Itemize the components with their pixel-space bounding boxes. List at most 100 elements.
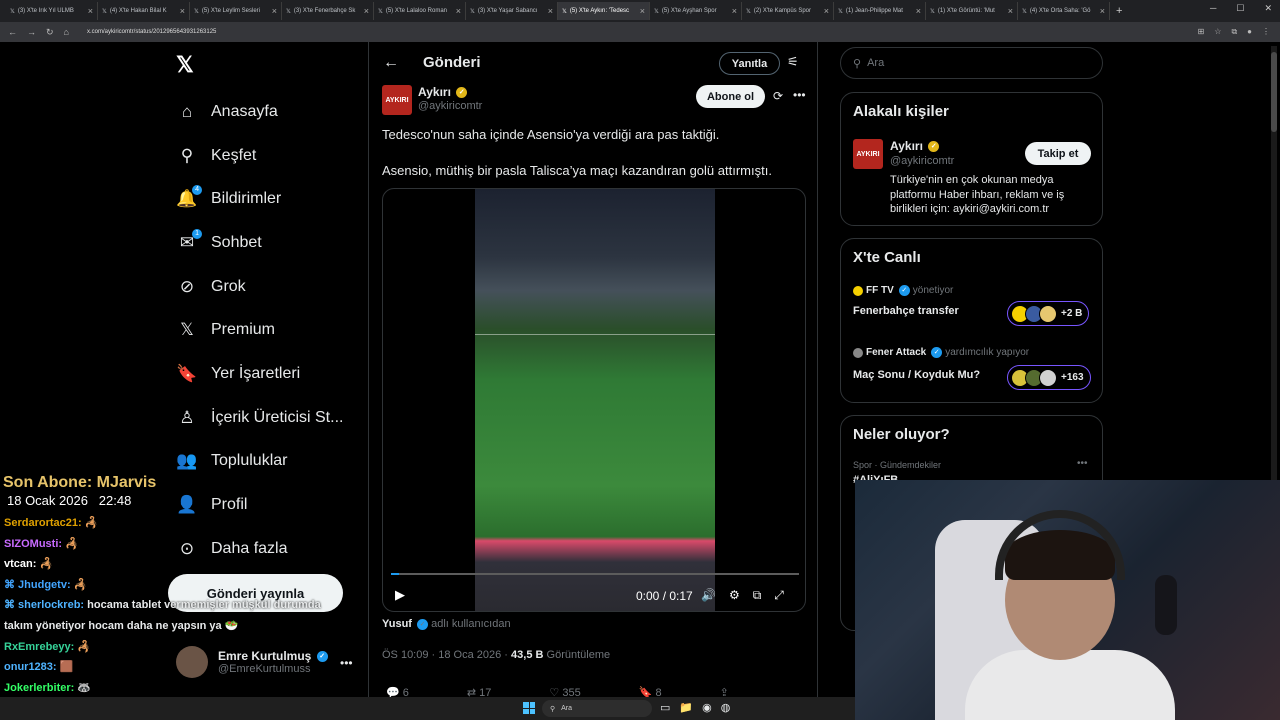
back-icon[interactable]: ← bbox=[8, 27, 17, 37]
browser-tab[interactable]: 𝕏 (5) X'te Ayşhan Spor × bbox=[650, 2, 742, 20]
more-icon[interactable]: ••• bbox=[793, 88, 806, 102]
tab-close-icon[interactable]: × bbox=[916, 6, 921, 16]
post-text-line: Asensio, müthiş bir pasla Talisca’ya maç… bbox=[382, 163, 772, 178]
author-name[interactable]: Aykırı ✓ bbox=[418, 85, 468, 99]
webcam-feed bbox=[855, 480, 1280, 720]
tab-close-icon[interactable]: × bbox=[1100, 6, 1105, 16]
sidebar-item-premium[interactable]: 𝕏 Premium bbox=[176, 308, 343, 352]
sidebar-item-topluluklar[interactable]: 👥 Topluluklar bbox=[176, 440, 343, 484]
tab-label: (2) X'te Kampüs Spor bbox=[753, 8, 812, 14]
author-avatar[interactable]: AYKIRI bbox=[382, 85, 412, 115]
tab-close-icon[interactable]: × bbox=[456, 6, 461, 16]
url-field[interactable]: x.com/aykiricomtr/status/201296564393126… bbox=[87, 29, 216, 35]
close-icon[interactable]: ✕ bbox=[1264, 3, 1272, 14]
x-logo[interactable]: 𝕏 bbox=[176, 52, 194, 78]
live-title[interactable]: Fenerbahçe transfer bbox=[853, 305, 959, 317]
grok-icon[interactable]: ⟳ bbox=[773, 89, 783, 103]
video-time: 0:00 / 0:17 bbox=[636, 589, 693, 603]
browser-tab[interactable]: 𝕏 (3) X'te Fenerbahçe Sk × bbox=[282, 2, 374, 20]
browser-tab[interactable]: 𝕏 (1) X'te Görüntü: 'Mut × bbox=[926, 2, 1018, 20]
fullscreen-icon[interactable]: ⤢ bbox=[774, 588, 784, 603]
play-icon[interactable]: ▶ bbox=[395, 587, 405, 603]
browser-tab[interactable]: 𝕏 (1) Jean-Philippe Mat × bbox=[834, 2, 926, 20]
tab-close-icon[interactable]: × bbox=[1008, 6, 1013, 16]
author-handle[interactable]: @aykiricomtr bbox=[418, 100, 482, 112]
related-bio: Türkiye'nin en çok okunan medya platform… bbox=[890, 174, 1065, 215]
browser-tab[interactable]: 𝕏 (2) X'te Kampüs Spor × bbox=[742, 2, 834, 20]
subscribe-button[interactable]: Abone ol bbox=[696, 85, 765, 108]
browser-tab[interactable]: 𝕏 (4) X'te Hakan Bilal K × bbox=[98, 2, 190, 20]
menu-icon[interactable]: ⋮ bbox=[1262, 27, 1270, 37]
browser-tab[interactable]: 𝕏 (3) X'te Yaşar Sabancı × bbox=[466, 2, 558, 20]
window-controls: ─ ☐ ✕ bbox=[1210, 3, 1272, 14]
tab-close-icon[interactable]: × bbox=[272, 6, 277, 16]
browser-tab[interactable]: 𝕏 (4) X'te Orta Saha: 'Gö × bbox=[1018, 2, 1110, 20]
taskbar-search[interactable]: ⚲ Ara bbox=[542, 700, 652, 717]
browser-tab[interactable]: 𝕏 (3) X'te Irık Yıl ULMB × bbox=[6, 2, 98, 20]
tab-close-icon[interactable]: × bbox=[88, 6, 93, 16]
browser-tab[interactable]: 𝕏 (5) X'te Lalaloo Roman × bbox=[374, 2, 466, 20]
tab-close-icon[interactable]: × bbox=[364, 6, 369, 16]
video-credit[interactable]: Yusuf ✓ adlı kullanıcıdan bbox=[382, 618, 511, 630]
tab-label: (4) X'te Orta Saha: 'Gö bbox=[1029, 8, 1091, 14]
bookmark-icon: 🔖 bbox=[176, 363, 198, 383]
live-host[interactable]: FF TV ✓ yönetiyor bbox=[853, 285, 953, 296]
sidebar-item-keşfet[interactable]: ⚲ Keşfet bbox=[176, 134, 343, 178]
browser-tab[interactable]: 𝕏 (5) X'te Aykırı: 'Tedesc × bbox=[558, 2, 650, 20]
related-avatar[interactable]: AYKIRI bbox=[853, 139, 883, 169]
tab-close-icon[interactable]: × bbox=[640, 6, 645, 16]
filter-icon[interactable]: ⚟ bbox=[787, 54, 799, 70]
maximize-icon[interactable]: ☐ bbox=[1236, 3, 1244, 14]
home-icon[interactable]: ⌂ bbox=[64, 27, 69, 37]
tab-label: (1) Jean-Philippe Mat bbox=[845, 8, 903, 14]
settings-icon[interactable]: ⚙ bbox=[729, 588, 740, 603]
reload-icon[interactable]: ↻ bbox=[46, 27, 54, 38]
video-frame[interactable] bbox=[475, 189, 715, 611]
tab-favicon-icon: 𝕏 bbox=[470, 8, 475, 15]
tab-favicon-icon: 𝕏 bbox=[654, 8, 659, 15]
windows-start-icon[interactable] bbox=[523, 702, 535, 714]
reply-button[interactable]: Yanıtla bbox=[719, 52, 780, 75]
last-subscriber: Son Abone: MJarvis bbox=[3, 474, 157, 491]
forward-icon[interactable]: → bbox=[27, 27, 36, 37]
browser-icon[interactable]: ◉ bbox=[702, 701, 712, 714]
new-tab-icon[interactable]: + bbox=[1116, 5, 1122, 17]
minimize-icon[interactable]: ─ bbox=[1210, 3, 1216, 14]
folder-icon[interactable]: 📁 bbox=[679, 701, 693, 714]
sidebar-item-sohbet[interactable]: ✉ 1 Sohbet bbox=[176, 221, 343, 265]
sidebar-item-yer-i-şaretleri[interactable]: 🔖 Yer İşaretleri bbox=[176, 352, 343, 396]
search-input[interactable]: ⚲ Ara bbox=[840, 47, 1103, 79]
sidebar-item-i-çerik-üreticisi-st-[interactable]: ♙ İçerik Üreticisi St... bbox=[176, 396, 343, 440]
video-player[interactable]: ▶ 0:00 / 0:17 🔊 ⚙ ⧉ ⤢ bbox=[382, 188, 806, 612]
discord-icon[interactable]: ◍ bbox=[721, 701, 731, 714]
back-arrow-icon[interactable]: ← bbox=[383, 54, 399, 72]
more-icon[interactable]: ••• bbox=[1077, 458, 1088, 469]
more-icon[interactable]: ••• bbox=[340, 656, 353, 670]
follow-button[interactable]: Takip et bbox=[1025, 142, 1091, 165]
tab-close-icon[interactable]: × bbox=[548, 6, 553, 16]
sidebar-item-anasayfa[interactable]: ⌂ Anasayfa bbox=[176, 90, 343, 134]
video-progress-bar[interactable] bbox=[391, 573, 799, 575]
task-view-icon[interactable]: ▭ bbox=[660, 701, 670, 714]
related-handle[interactable]: @aykiricomtr bbox=[890, 155, 954, 167]
tab-close-icon[interactable]: × bbox=[180, 6, 185, 16]
live-listeners-pill[interactable]: +163 bbox=[1007, 365, 1091, 390]
volume-icon[interactable]: 🔊 bbox=[701, 588, 716, 603]
live-host[interactable]: Fener Attack ✓ yardımcılık yapıyor bbox=[853, 347, 1029, 358]
sidebar-item-grok[interactable]: ⊘ Grok bbox=[176, 265, 343, 309]
sidebar-item-bildirimler[interactable]: 🔔 4 Bildirimler bbox=[176, 177, 343, 221]
related-name[interactable]: Aykırı ✓ bbox=[890, 139, 940, 153]
live-listeners-pill[interactable]: +2 B bbox=[1007, 301, 1090, 326]
chat-user: Serdarortac21: bbox=[4, 517, 82, 529]
profile-icon[interactable]: ● bbox=[1247, 27, 1252, 37]
tab-close-icon[interactable]: × bbox=[824, 6, 829, 16]
extensions-icon[interactable]: ⧉ bbox=[1231, 27, 1237, 37]
install-icon[interactable]: ⊞ bbox=[1198, 27, 1205, 37]
tab-label: (1) X'te Görüntü: 'Mut bbox=[937, 8, 995, 14]
browser-tab[interactable]: 𝕏 (5) X'te Leylim Sesleri × bbox=[190, 2, 282, 20]
pip-icon[interactable]: ⧉ bbox=[753, 588, 762, 603]
star-icon[interactable]: ☆ bbox=[1214, 27, 1221, 37]
live-title[interactable]: Maç Sonu / Koyduk Mu? bbox=[853, 369, 980, 381]
verified-icon: ✓ bbox=[417, 618, 429, 630]
tab-close-icon[interactable]: × bbox=[732, 6, 737, 16]
